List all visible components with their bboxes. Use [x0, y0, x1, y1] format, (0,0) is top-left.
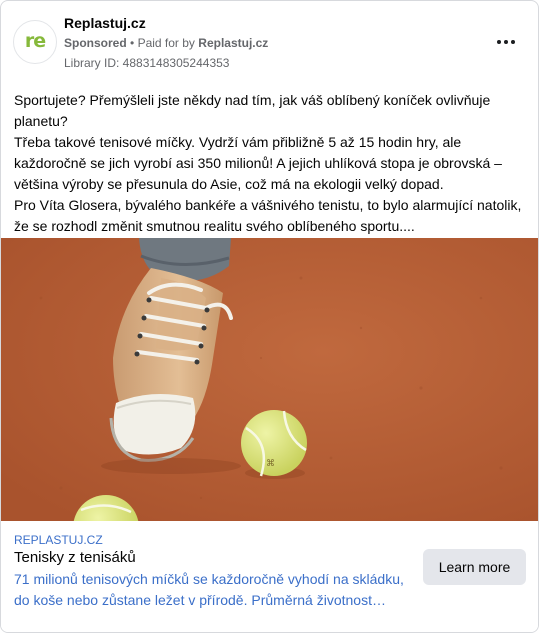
ad-card: re Replastuj.cz Sponsored • Paid for by …	[0, 0, 539, 633]
learn-more-button[interactable]: Learn more	[423, 549, 526, 585]
more-horizontal-icon	[497, 40, 515, 44]
link-description[interactable]: 71 milionů tenisových míčků se každoročn…	[14, 569, 409, 611]
advertiser-name[interactable]: Replastuj.cz	[64, 15, 146, 31]
avatar[interactable]: re	[13, 20, 57, 64]
logo-text: re	[24, 30, 46, 52]
body-paragraph: Třeba takové tenisové míčky. Vydrží vám …	[14, 134, 502, 192]
tennis-shoe-on-clay-image: ⌘	[1, 238, 538, 521]
sponsored-line: Sponsored • Paid for by Replastuj.cz	[64, 36, 268, 50]
link-preview[interactable]: REPLASTUJ.CZ Tenisky z tenisáků 71 milio…	[1, 521, 538, 632]
body-paragraph: Sportujete? Přemýšleli jste někdy nad tí…	[14, 92, 491, 129]
body-paragraph: Pro Víta Glosera, bývalého bankéře a váš…	[14, 197, 522, 234]
link-title[interactable]: Tenisky z tenisáků	[14, 549, 136, 566]
paid-for-by-name[interactable]: Replastuj.cz	[198, 36, 268, 50]
ad-body-text: Sportujete? Přemýšleli jste někdy nad tí…	[14, 90, 526, 237]
ad-image[interactable]: ⌘	[1, 238, 538, 521]
ball-logo: ⌘	[266, 459, 275, 469]
more-options-button[interactable]	[493, 29, 519, 55]
paid-for-prefix: Paid for by	[137, 36, 195, 50]
sponsored-label: Sponsored	[64, 36, 127, 50]
separator-dot: •	[130, 36, 135, 50]
ad-header: re Replastuj.cz Sponsored • Paid for by …	[1, 1, 538, 81]
link-domain[interactable]: REPLASTUJ.CZ	[14, 533, 103, 547]
library-id: Library ID: 4883148305244353	[64, 56, 230, 70]
